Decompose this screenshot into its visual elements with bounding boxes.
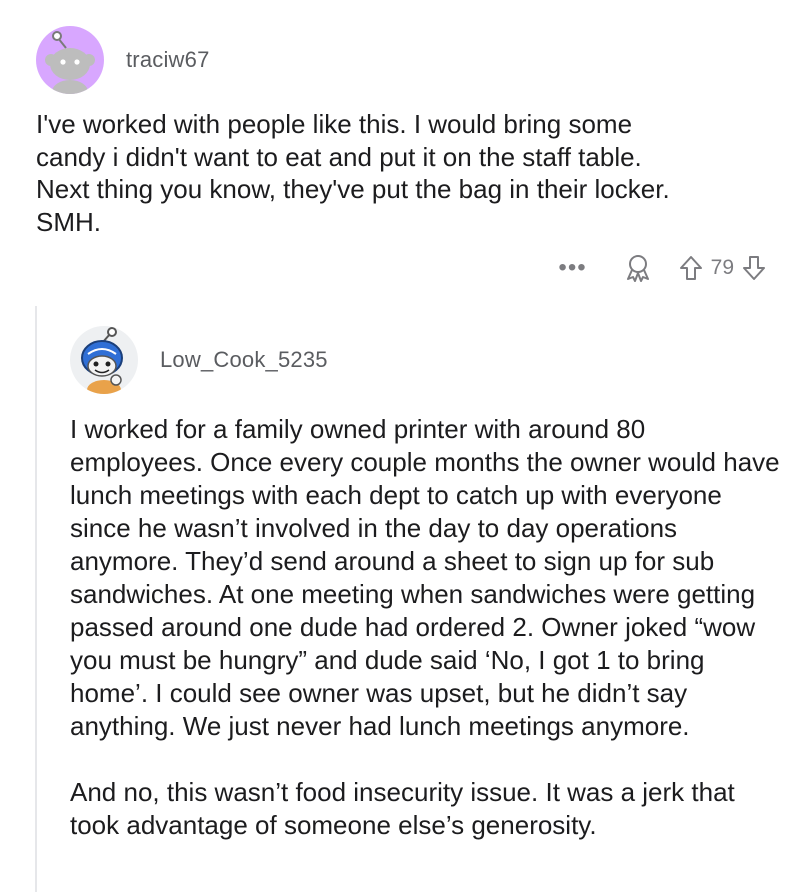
- comment-traciw67: traciw67 I've worked with people like th…: [0, 0, 800, 300]
- snoo-helmet-avatar-icon: [81, 327, 123, 394]
- comment-body: I've worked with people like this. I wou…: [36, 109, 670, 237]
- comment-header: traciw67: [36, 26, 210, 94]
- snoo-avatar-icon: [45, 31, 95, 94]
- avatar[interactable]: [70, 326, 138, 394]
- thread-line[interactable]: [35, 306, 37, 892]
- downvote-arrow-icon[interactable]: [742, 255, 766, 281]
- award-icon[interactable]: [625, 254, 651, 282]
- more-options-icon[interactable]: •••: [558, 256, 586, 280]
- upvote-arrow-icon[interactable]: [679, 255, 703, 281]
- reply-header: Low_Cook_5235: [70, 326, 328, 394]
- avatar[interactable]: [36, 26, 104, 94]
- reply-paragraph: And no, this wasn’t food insecurity issu…: [70, 777, 735, 840]
- username[interactable]: Low_Cook_5235: [160, 347, 328, 373]
- vote-score: 79: [710, 256, 734, 279]
- username[interactable]: traciw67: [126, 47, 210, 73]
- reply-body: I worked for a family owned printer with…: [70, 413, 782, 875]
- comment-actions: ••• 79: [558, 254, 766, 282]
- reply-paragraph: I worked for a family owned printer with…: [70, 414, 780, 741]
